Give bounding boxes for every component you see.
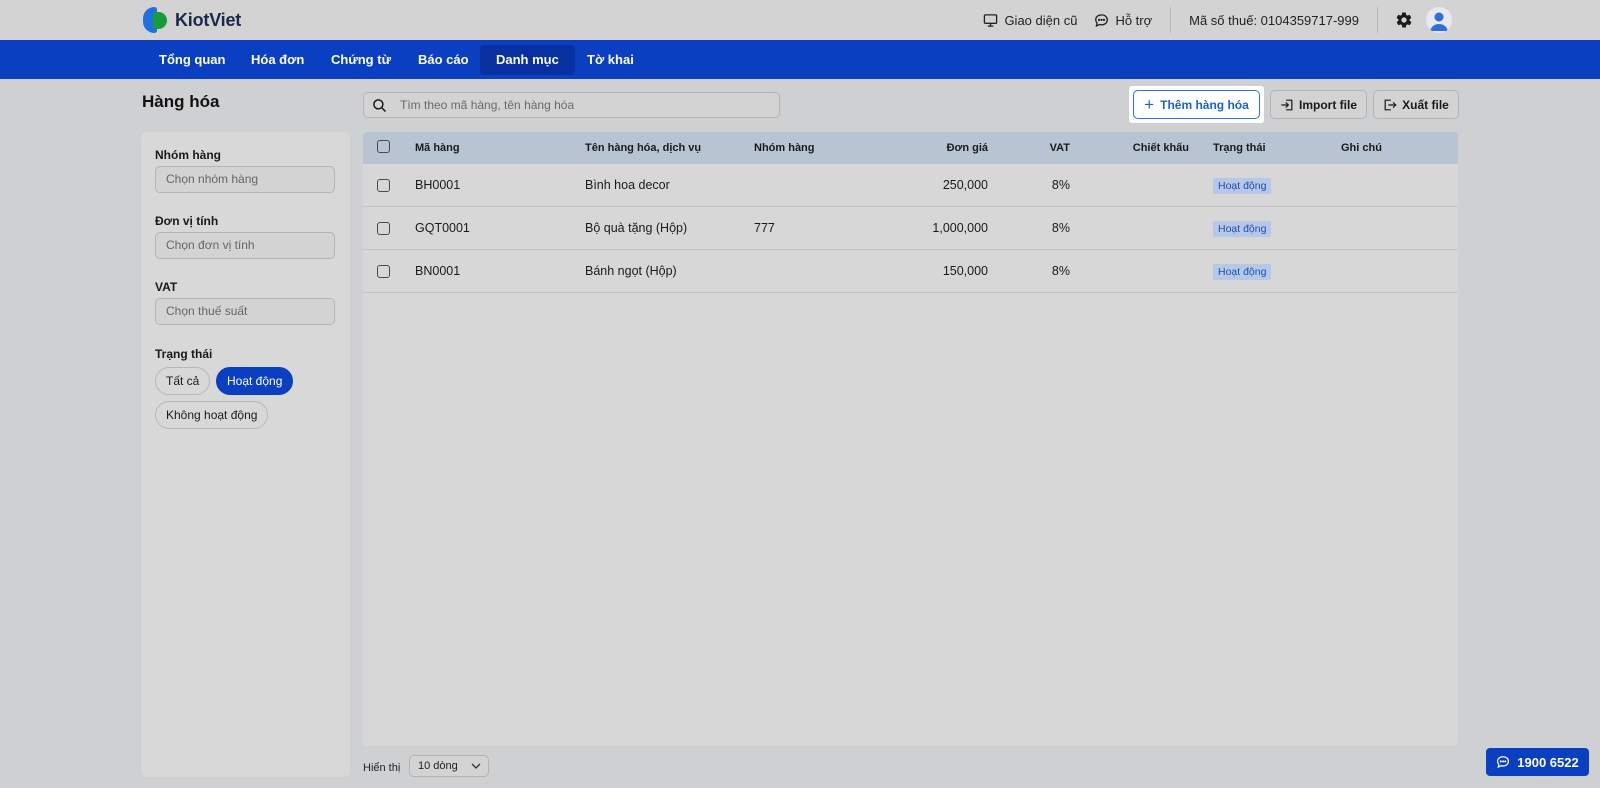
- logo-text: KiotViet: [175, 9, 242, 30]
- page-title: Hàng hóa: [142, 92, 220, 111]
- chat-icon: [1497, 756, 1510, 769]
- nav-item-danh-muc[interactable]: Danh mục: [480, 45, 575, 75]
- cell-name: Bộ quà tặng (Hộp): [585, 221, 688, 235]
- main-nav: Tổng quan Hóa đơn Chứng từ Báo cáo Danh …: [0, 40, 1600, 79]
- plus-icon: +: [1144, 95, 1155, 114]
- status-badge: Hoạt động: [1213, 178, 1272, 194]
- cell-price: 250,000: [942, 178, 988, 192]
- col-header-discount[interactable]: Chiết khấu: [1103, 132, 1189, 164]
- top-bar: KiotViet Giao diện cũ Hỗ trợ Mã số thuế:…: [0, 0, 1600, 40]
- divider: [1377, 7, 1378, 33]
- page-size-select[interactable]: 10 dòng: [409, 755, 489, 777]
- status-filter-label: Trạng thái: [155, 347, 213, 361]
- cell-code: BN0001: [415, 264, 461, 278]
- row-checkbox[interactable]: [377, 265, 390, 278]
- status-badge: Hoạt động: [1213, 264, 1272, 280]
- col-header-note[interactable]: Ghi chú: [1341, 132, 1382, 164]
- vat-filter-select[interactable]: Chọn thuế suất: [155, 298, 335, 325]
- cell-name: Bánh ngọt (Hộp): [585, 264, 677, 278]
- support-label: Hỗ trợ: [1115, 12, 1153, 28]
- import-file-button[interactable]: Import file: [1270, 90, 1367, 119]
- vat-filter-label: VAT: [155, 280, 178, 294]
- group-filter-label: Nhóm hàng: [155, 148, 221, 162]
- cell-price: 150,000: [942, 264, 988, 278]
- logo[interactable]: KiotViet: [141, 7, 241, 33]
- cell-name: Bình hoa decor: [585, 178, 670, 192]
- search-box: [363, 92, 780, 118]
- export-file-label: Xuất file: [1402, 97, 1449, 112]
- table-row[interactable]: BN0001 Bánh ngọt (Hộp) 150,000 8% Hoạt đ…: [363, 250, 1458, 293]
- add-button-highlight: + Thêm hàng hóa: [1129, 86, 1264, 123]
- col-header-code[interactable]: Mã hàng: [415, 132, 460, 164]
- cell-price: 1,000,000: [932, 221, 988, 235]
- row-checkbox[interactable]: [377, 222, 390, 235]
- select-all-checkbox[interactable]: [377, 140, 390, 153]
- nav-item-hoa-don[interactable]: Hóa đơn: [235, 45, 320, 75]
- search-icon: [373, 99, 387, 113]
- cell-group: 777: [754, 221, 775, 235]
- table-row[interactable]: BH0001 Bình hoa decor 250,000 8% Hoạt độ…: [363, 164, 1458, 207]
- avatar[interactable]: [1426, 7, 1452, 33]
- import-file-label: Import file: [1298, 97, 1357, 112]
- divider: [1170, 7, 1172, 33]
- status-chip-inactive[interactable]: Không hoạt động: [155, 401, 269, 429]
- old-ui-link[interactable]: Giao diện cũ: [983, 13, 1077, 28]
- add-product-label: Thêm hàng hóa: [1160, 97, 1249, 112]
- col-header-vat[interactable]: VAT: [1023, 132, 1070, 164]
- hotline-button[interactable]: 1900 6522: [1486, 748, 1589, 776]
- logo-icon: [141, 7, 169, 33]
- user-icon: [1430, 12, 1448, 31]
- page-size-label: Hiển thị: [363, 762, 401, 774]
- unit-filter-label: Đơn vị tính: [155, 214, 219, 228]
- page-size-value: 10 dòng: [418, 760, 458, 772]
- support-link[interactable]: Hỗ trợ: [1094, 13, 1152, 28]
- status-chip-active[interactable]: Hoạt động: [216, 367, 294, 395]
- unit-filter-select[interactable]: Chọn đơn vị tính: [155, 232, 335, 259]
- hotline-number: 1900 6522: [1517, 754, 1579, 770]
- row-checkbox[interactable]: [377, 179, 390, 192]
- export-icon: [1384, 99, 1397, 110]
- tax-code: Mã số thuế: 0104359717-999: [1189, 12, 1359, 28]
- filter-panel: Nhóm hàng Chọn nhóm hàng Đơn vị tính Chọ…: [141, 132, 350, 777]
- chat-icon: [1095, 13, 1109, 27]
- import-icon: [1281, 99, 1293, 110]
- top-right-group: Giao diện cũ Hỗ trợ Mã số thuế: 01043597…: [983, 0, 1600, 40]
- search-input[interactable]: [400, 96, 770, 114]
- nav-item-bao-cao[interactable]: Báo cáo: [402, 45, 485, 75]
- nav-item-chung-tu[interactable]: Chứng từ: [315, 45, 407, 75]
- export-file-button[interactable]: Xuất file: [1373, 90, 1459, 119]
- nav-item-to-khai[interactable]: Tờ khai: [571, 45, 650, 75]
- add-product-button[interactable]: + Thêm hàng hóa: [1133, 90, 1260, 119]
- cell-code: BH0001: [415, 178, 461, 192]
- table-header: Mã hàng Tên hàng hóa, dịch vụ Nhóm hàng …: [363, 132, 1458, 164]
- nav-item-tong-quan[interactable]: Tổng quan: [143, 45, 241, 75]
- table-row[interactable]: GQT0001 Bộ quà tặng (Hộp) 777 1,000,000 …: [363, 207, 1458, 250]
- cell-vat: 8%: [1051, 264, 1070, 278]
- cell-vat: 8%: [1051, 178, 1070, 192]
- gear-icon[interactable]: [1395, 11, 1413, 29]
- col-header-group[interactable]: Nhóm hàng: [754, 132, 815, 164]
- col-header-name[interactable]: Tên hàng hóa, dịch vụ: [585, 132, 701, 164]
- group-filter-select[interactable]: Chọn nhóm hàng: [155, 166, 335, 193]
- status-chip-all[interactable]: Tất cả: [155, 367, 211, 395]
- cell-vat: 8%: [1051, 221, 1070, 235]
- col-header-status[interactable]: Trạng thái: [1213, 132, 1266, 164]
- monitor-icon: [984, 13, 998, 27]
- products-table: Mã hàng Tên hàng hóa, dịch vụ Nhóm hàng …: [363, 132, 1458, 746]
- status-badge: Hoạt động: [1213, 221, 1272, 237]
- cell-code: GQT0001: [415, 221, 470, 235]
- col-header-price[interactable]: Đơn giá: [903, 132, 988, 164]
- old-ui-label: Giao diện cũ: [1004, 12, 1078, 28]
- chevron-down-icon: [471, 763, 481, 769]
